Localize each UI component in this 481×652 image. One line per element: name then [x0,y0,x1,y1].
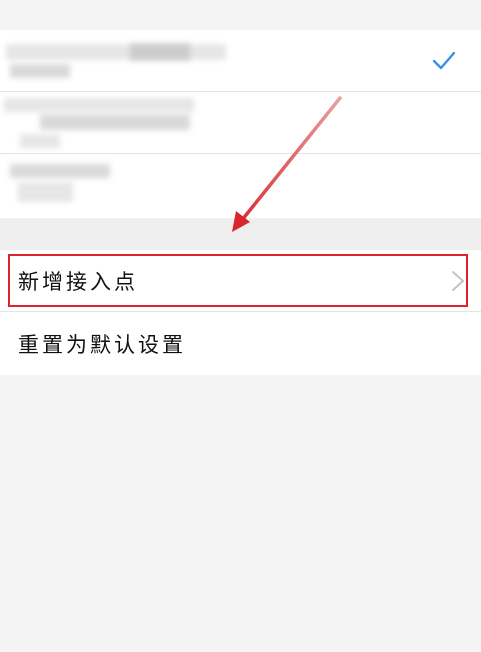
section-divider [0,218,481,250]
blurred-apn-name [4,98,194,112]
add-apn-label: 新增接入点 [18,269,138,294]
blurred-apn-detail [40,114,190,130]
blurred-apn-name-segment [130,44,190,60]
reset-default-item[interactable]: 重置为默认设置 [0,313,481,375]
checkmark-icon [432,51,456,70]
blurred-apn-detail [18,182,73,202]
apn-actions-menu: 新增接入点 重置为默认设置 [0,250,481,375]
add-apn-item[interactable]: 新增接入点 [0,250,481,312]
apn-list-item-selected[interactable] [0,30,481,92]
chevron-right-icon [452,270,464,291]
reset-default-label: 重置为默认设置 [18,333,186,357]
apn-list [0,30,481,218]
blurred-apn-detail-segment [20,134,60,148]
apn-list-item[interactable] [0,154,481,216]
top-spacer [0,0,481,30]
blurred-apn-name [10,164,110,178]
apn-list-item[interactable] [0,92,481,154]
blurred-apn-name [6,44,226,60]
blurred-apn-detail [10,64,70,78]
